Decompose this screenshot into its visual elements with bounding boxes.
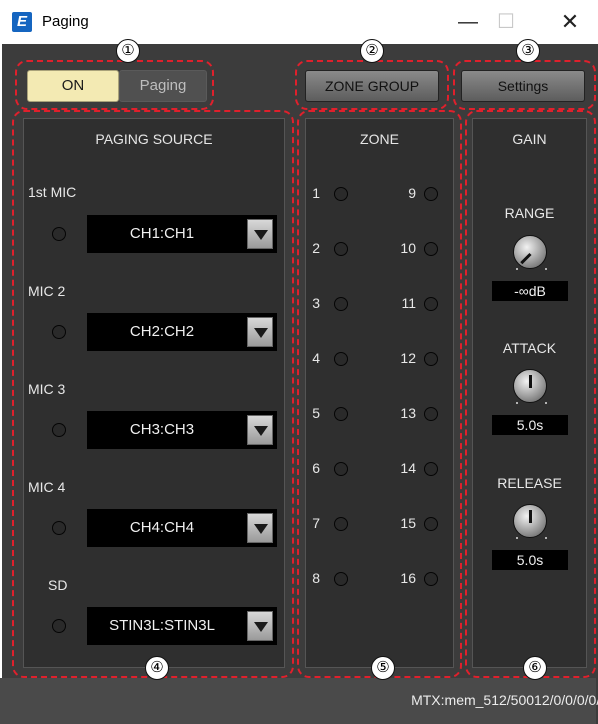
callout-number: ④ [145, 656, 169, 680]
callout-outline-5 [297, 110, 462, 678]
callout-number: ③ [516, 39, 540, 63]
callout-number: ⑥ [523, 656, 547, 680]
close-button[interactable]: ✕ [555, 10, 585, 36]
callout-outline-1 [15, 60, 214, 110]
callout-number: ① [116, 39, 140, 63]
callout-outline-4 [12, 110, 294, 678]
minimize-button[interactable]: — [453, 10, 483, 36]
callout-outline-2 [295, 60, 449, 110]
window-title: Paging [42, 13, 89, 30]
callout-outline-6 [465, 110, 596, 678]
app-icon: E [12, 12, 32, 32]
callout-outline-3 [453, 60, 596, 110]
status-text: MTX:mem_512/50012/0/0/0/0/0 [411, 692, 598, 708]
status-bar: MTX:mem_512/50012/0/0/0/0/0 [0, 678, 598, 724]
callout-number: ⑤ [371, 656, 395, 680]
maximize-button[interactable]: ☐ [491, 10, 521, 36]
callout-number: ② [360, 39, 384, 63]
